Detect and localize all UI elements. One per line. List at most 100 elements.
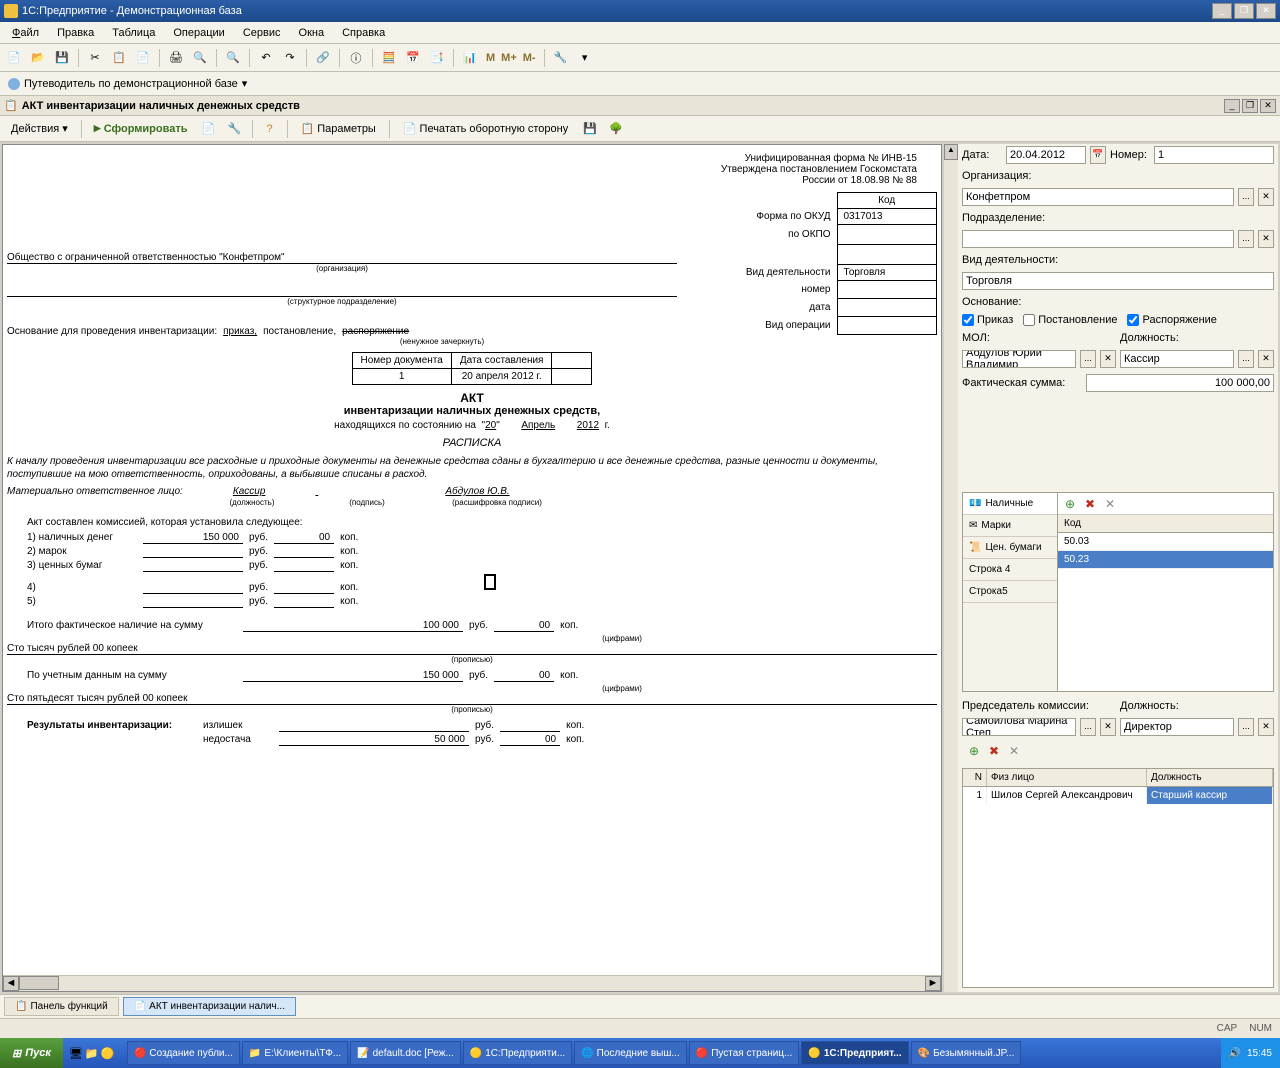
menu-edit[interactable]: Правка [49,25,102,41]
task-1[interactable]: 🔴 Создание публи... [127,1041,240,1065]
grid-row-2[interactable]: 50.23 [1058,551,1273,569]
doc-restore-button[interactable]: ❐ [1242,99,1258,113]
tool-icon[interactable]: 🔧 [551,48,571,68]
guide-dropdown-icon[interactable]: ▾ [242,77,248,90]
pred-clear-icon[interactable]: ✕ [1100,718,1116,736]
calc-icon[interactable]: 🧮 [379,48,399,68]
chart-icon[interactable]: 📊 [460,48,480,68]
org-field[interactable]: Конфетпром [962,188,1234,206]
horizontal-scrollbar[interactable]: ◄ ► [3,975,941,991]
date-picker-icon[interactable]: 📅 [1090,146,1106,164]
ql-icon[interactable]: 🖥 [69,1047,83,1060]
pos-clear-icon[interactable]: ✕ [1258,350,1274,368]
tray-icon[interactable]: 🔊 [1229,1048,1241,1059]
task-2[interactable]: 📁 E:\Клиенты\ТФ... [242,1041,348,1065]
mol-select-icon[interactable]: ... [1080,350,1096,368]
zoom-icon[interactable]: 🔍 [223,48,243,68]
new-icon[interactable]: 📄 [4,48,24,68]
menu-help[interactable]: Справка [334,25,393,41]
dropdown-icon[interactable]: ▾ [575,48,595,68]
doc-close-button[interactable]: ✕ [1260,99,1276,113]
predpos-clear-icon[interactable]: ✕ [1258,718,1274,736]
copy-icon[interactable]: 📋 [109,48,129,68]
task-5[interactable]: 🌐 Последние выш... [574,1041,687,1065]
preview-icon[interactable]: 🔍 [190,48,210,68]
chk-rasp[interactable]: Распоряжение [1127,314,1216,326]
guide-link[interactable]: Путеводитель по демонстрационной базе [24,78,238,90]
tab-row5[interactable]: Строка5 [963,581,1057,603]
print-back-button[interactable]: 📄 Печатать оборотную сторону [396,119,575,138]
mol-field[interactable]: Абдулов Юрий Владимир [962,350,1076,368]
calendar-icon[interactable]: 📅 [403,48,423,68]
info-icon[interactable]: ⓘ [346,48,366,68]
pos-field[interactable]: Кассир [1120,350,1234,368]
undo-icon[interactable]: ↶ [256,48,276,68]
menu-ops[interactable]: Операции [165,25,232,41]
tree-icon[interactable]: 🌳 [605,118,627,140]
ql-icon-3[interactable]: 🟡 [101,1047,115,1060]
tab-panel-functions[interactable]: 📋Панель функций [4,997,119,1016]
podr-field[interactable] [962,230,1234,248]
chk-post[interactable]: Постановление [1023,314,1117,326]
delete-row-icon[interactable]: ✖ [1082,496,1098,512]
close-button[interactable]: ✕ [1256,3,1276,19]
cut-icon[interactable]: ✂ [85,48,105,68]
link-icon[interactable]: 🔗 [313,48,333,68]
pos-select-icon[interactable]: ... [1238,350,1254,368]
podr-clear-icon[interactable]: ✕ [1258,230,1274,248]
doc2-icon[interactable]: 📑 [427,48,447,68]
menu-windows[interactable]: Окна [291,25,333,41]
task-3[interactable]: 📝 default.doc [Реж... [350,1041,461,1065]
settings-icon[interactable]: 🔧 [224,118,246,140]
comm-del-icon[interactable]: ✖ [986,743,1002,759]
print-icon[interactable]: 🖨 [166,48,186,68]
document-content[interactable]: Унифицированная форма № ИНВ-15 Утвержден… [3,145,941,975]
refresh-icon[interactable]: 📄 [198,118,220,140]
m-minus-button[interactable]: M- [521,52,538,64]
pred-field[interactable]: Самойлова Марина Степ [962,718,1076,736]
menu-table[interactable]: Таблица [104,25,163,41]
add-row-icon[interactable]: ⊕ [1062,496,1078,512]
tab-akt-document[interactable]: 📄АКТ инвентаризации налич... [123,997,296,1016]
comm-clear-icon[interactable]: ✕ [1006,743,1022,759]
redo-icon[interactable]: ↷ [280,48,300,68]
num-field[interactable]: 1 [1154,146,1274,164]
tab-row4[interactable]: Строка 4 [963,559,1057,581]
fact-field[interactable]: 100 000,00 [1086,374,1274,392]
task-6[interactable]: 🔴 Пустая страниц... [689,1041,800,1065]
doc-minimize-button[interactable]: _ [1224,99,1240,113]
tab-stamps[interactable]: ✉Марки [963,515,1057,537]
org-select-icon[interactable]: ... [1238,188,1254,206]
params-button[interactable]: 📋 Параметры [294,119,383,138]
menu-service[interactable]: Сервис [235,25,289,41]
clear-icon[interactable]: ✕ [1102,496,1118,512]
ql-icon-2[interactable]: 📁 [85,1047,99,1060]
predpos-select-icon[interactable]: ... [1238,718,1254,736]
chk-prikaz[interactable]: Приказ [962,314,1013,326]
help-icon[interactable]: ? [259,118,281,140]
minimize-button[interactable]: _ [1212,3,1232,19]
save-icon[interactable]: 💾 [52,48,72,68]
start-button[interactable]: ⊞Пуск [0,1038,63,1068]
commission-row-1[interactable]: 1 Шилов Сергей Александрович Старший кас… [963,787,1273,804]
vid-field[interactable]: Торговля [962,272,1274,290]
paste-icon[interactable]: 📄 [133,48,153,68]
mol-clear-icon[interactable]: ✕ [1100,350,1116,368]
export-icon[interactable]: 💾 [579,118,601,140]
tab-cash[interactable]: 💶Наличные [963,493,1057,515]
m-button[interactable]: M [484,52,497,64]
tab-securities[interactable]: 📜Цен. бумаги [963,537,1057,559]
podr-select-icon[interactable]: ... [1238,230,1254,248]
open-icon[interactable]: 📂 [28,48,48,68]
task-4[interactable]: 🟡 1С:Предприяти... [463,1041,572,1065]
actions-dropdown[interactable]: Действия ▾ [4,119,75,138]
task-7[interactable]: 🟡 1С:Предприят... [801,1041,908,1065]
pred-pos-field[interactable]: Директор [1120,718,1234,736]
comm-add-icon[interactable]: ⊕ [966,743,982,759]
menu-file[interactable]: Файл [4,25,47,41]
task-8[interactable]: 🎨 Безымянный.JP... [911,1041,1022,1065]
grid-row-1[interactable]: 50.03 [1058,533,1273,551]
splitter-scrollbar[interactable]: ▲ [944,144,958,992]
system-tray[interactable]: 🔊 15:45 [1221,1038,1280,1068]
org-clear-icon[interactable]: ✕ [1258,188,1274,206]
